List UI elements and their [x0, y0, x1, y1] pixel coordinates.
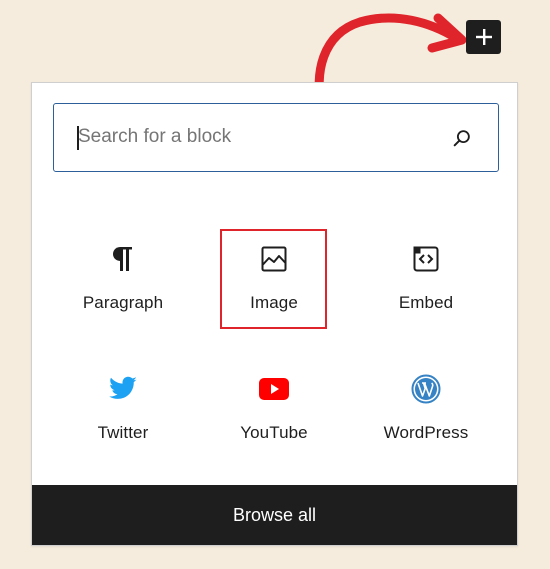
block-label-wordpress: WordPress — [383, 423, 469, 442]
block-label-paragraph: Paragraph — [82, 293, 164, 312]
block-youtube[interactable]: YouTube — [194, 365, 354, 475]
block-image[interactable]: Image — [194, 235, 354, 345]
search-input[interactable] — [76, 120, 438, 154]
block-label-youtube: YouTube — [240, 423, 308, 442]
wordpress-icon — [408, 371, 444, 407]
stage: Paragraph Image Embed — [0, 0, 550, 569]
twitter-icon — [105, 371, 141, 407]
block-paragraph[interactable]: Paragraph — [43, 235, 203, 345]
paragraph-icon — [105, 241, 141, 277]
embed-icon — [408, 241, 444, 277]
browse-all-button[interactable]: Browse all — [32, 485, 517, 545]
block-embed[interactable]: Embed — [346, 235, 506, 345]
plus-icon — [475, 29, 492, 45]
block-label-twitter: Twitter — [97, 423, 149, 442]
image-icon — [256, 241, 292, 277]
search-icon[interactable] — [450, 126, 474, 150]
block-twitter[interactable]: Twitter — [43, 365, 203, 475]
block-label-image: Image — [250, 293, 298, 312]
block-label-embed: Embed — [398, 293, 454, 312]
search-box — [53, 103, 499, 172]
add-block-button[interactable] — [466, 20, 501, 54]
youtube-icon — [256, 371, 292, 407]
block-wordpress[interactable]: WordPress — [346, 365, 506, 475]
block-inserter-panel: Paragraph Image Embed — [31, 82, 518, 546]
